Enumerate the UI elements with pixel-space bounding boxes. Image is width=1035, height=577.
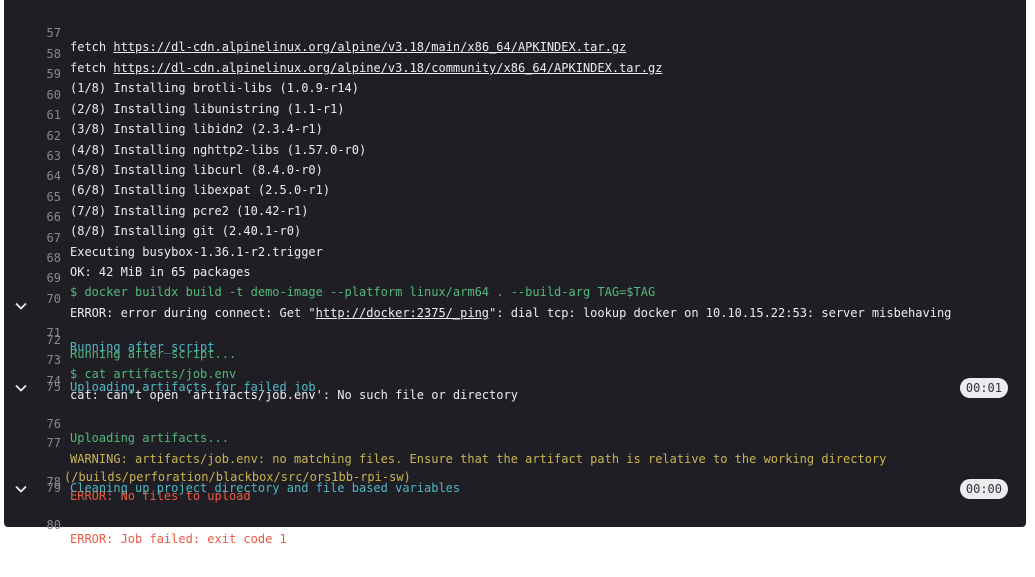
- log-line: 80 ERROR: Job failed: exit code 1: [4, 504, 1026, 560]
- section-title: Cleaning up project directory and file b…: [70, 481, 461, 495]
- job-log-terminal: 57 fetch https://dl-cdn.alpinelinux.org/…: [4, 0, 1026, 546]
- section-duration-badge: 00:00: [959, 479, 1008, 499]
- error-text: ERROR: Job failed: exit code 1: [70, 532, 287, 546]
- section-header-upload-artifacts[interactable]: 75 Uploading artifacts for failed job 00…: [4, 378, 1026, 400]
- line-number[interactable]: 80: [24, 518, 61, 532]
- section-header-cleanup[interactable]: 79 Cleaning up project directory and fil…: [4, 479, 1026, 501]
- line-number[interactable]: 77: [24, 436, 61, 450]
- section-duration-badge: 00:01: [959, 378, 1008, 398]
- chevron-down-icon[interactable]: [14, 299, 28, 313]
- line-number[interactable]: 79: [24, 481, 61, 495]
- line-number[interactable]: 75: [24, 380, 61, 394]
- section-title: Uploading artifacts for failed job: [70, 380, 316, 394]
